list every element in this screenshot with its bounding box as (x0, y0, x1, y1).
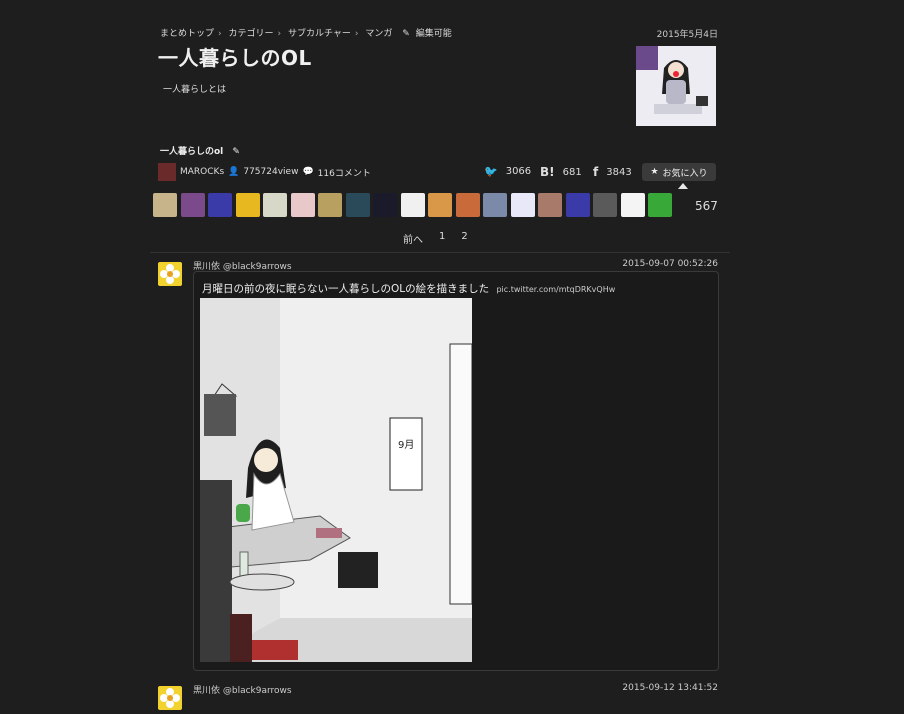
prev-page-link[interactable]: 前へ (403, 231, 423, 246)
favoriter-avatar[interactable] (428, 193, 452, 217)
facebook-share[interactable]: f 3843 (593, 165, 632, 179)
twitter-count: 3066 (505, 166, 532, 177)
tweet-image[interactable]: 9月 (200, 298, 472, 662)
hatena-icon: B! (540, 165, 555, 179)
pagination: 前へ 1 2 (403, 231, 468, 246)
facebook-count: 3843 (606, 166, 632, 178)
favoriter-avatar[interactable] (648, 193, 672, 217)
svg-text:9月: 9月 (398, 439, 414, 451)
breadcrumb-subculture[interactable]: サブカルチャー (288, 29, 351, 39)
favoriter-avatar[interactable] (400, 193, 425, 217)
favoriter-avatar[interactable] (263, 193, 287, 217)
favoriter-avatar[interactable] (373, 193, 397, 217)
author-name[interactable]: MAROCKs (180, 167, 224, 177)
star-icon: ★ (650, 167, 659, 177)
avatar[interactable] (158, 686, 182, 710)
matome-subtitle: 一人暮らしのol ✎ (160, 144, 240, 157)
avatar[interactable] (158, 262, 182, 286)
divider (150, 252, 730, 253)
favoriter-avatar[interactable] (290, 193, 315, 217)
twitter-icon: 🐦 (484, 165, 498, 178)
favorite-count: 567 (695, 199, 718, 213)
user-icon: 👤 (228, 167, 240, 177)
breadcrumb-category[interactable]: カテゴリー (229, 29, 274, 39)
favoriter-avatar[interactable] (620, 193, 645, 217)
favoriter-avatar[interactable] (180, 193, 205, 217)
breadcrumb-manga[interactable]: マンガ (365, 29, 392, 39)
favoriter-avatar[interactable] (208, 193, 232, 217)
favoriter-avatar[interactable] (345, 193, 370, 217)
publish-date: 2015年5月4日 (656, 30, 718, 40)
twitter-share[interactable]: 🐦 3066 (484, 165, 531, 178)
author-row: MAROCKs 👤 775724view 💬 116コメント (158, 163, 371, 181)
edit-link[interactable]: 編集可能 (416, 29, 452, 39)
comment-count[interactable]: 116コメント (318, 166, 371, 179)
favoriter-avatar[interactable] (455, 193, 480, 217)
page-link-1[interactable]: 1 (439, 231, 445, 246)
post-date[interactable]: 2015-09-07 00:52:26 (622, 259, 718, 269)
tweet-text: 月曜日の前の夜に眠らない一人暮らしのOLの絵を描きました pic.twitter… (202, 281, 615, 296)
hatena-share[interactable]: B! 681 (540, 165, 582, 179)
breadcrumb-top[interactable]: まとめトップ (160, 29, 214, 39)
caret-up-icon (678, 183, 688, 189)
hatena-count: 681 (562, 166, 582, 178)
favoriter-avatars (153, 193, 672, 217)
favoriter-avatar[interactable] (538, 193, 562, 217)
post-user[interactable]: 黒川依 @black9arrows (193, 683, 292, 696)
favorite-button[interactable]: ★ お気に入り (642, 163, 716, 181)
favorite-label: お気に入り (662, 168, 708, 179)
favoriter-avatar[interactable] (483, 193, 507, 217)
favoriter-avatar[interactable] (565, 193, 590, 217)
thumbnail-image (636, 46, 716, 126)
tweet-body: 月曜日の前の夜に眠らない一人暮らしのOLの絵を描きました (202, 283, 490, 295)
chevron-right-icon: › (277, 29, 282, 39)
favoriter-avatar[interactable] (153, 193, 177, 217)
breadcrumb: まとめトップ › カテゴリー › サブカルチャー › マンガ ✎ 編集可能 (160, 26, 455, 39)
page: まとめトップ › カテゴリー › サブカルチャー › マンガ ✎ 編集可能 2015年… (0, 0, 904, 710)
comment-icon: 💬 (302, 167, 314, 177)
favoriter-avatar[interactable] (318, 193, 342, 217)
pencil-icon: ✎ (402, 29, 410, 39)
pencil-icon[interactable]: ✎ (232, 147, 240, 157)
favoriter-avatar[interactable] (235, 193, 260, 217)
page-title: 一人暮らしのOL (158, 46, 312, 70)
avatar[interactable] (158, 163, 176, 181)
view-count: 775724view (243, 167, 299, 177)
tweet-image-link[interactable]: pic.twitter.com/mtqDRKvQHw (496, 285, 615, 294)
chevron-right-icon: › (354, 29, 359, 39)
favoriter-avatar[interactable] (593, 193, 617, 217)
favoriter-avatar[interactable] (510, 193, 535, 217)
chevron-right-icon: › (218, 29, 222, 39)
page-description: 一人暮らしとは (163, 85, 227, 95)
subtitle-text: 一人暮らしのol (160, 147, 224, 157)
facebook-icon: f (593, 165, 599, 179)
page-link-2[interactable]: 2 (461, 231, 467, 246)
